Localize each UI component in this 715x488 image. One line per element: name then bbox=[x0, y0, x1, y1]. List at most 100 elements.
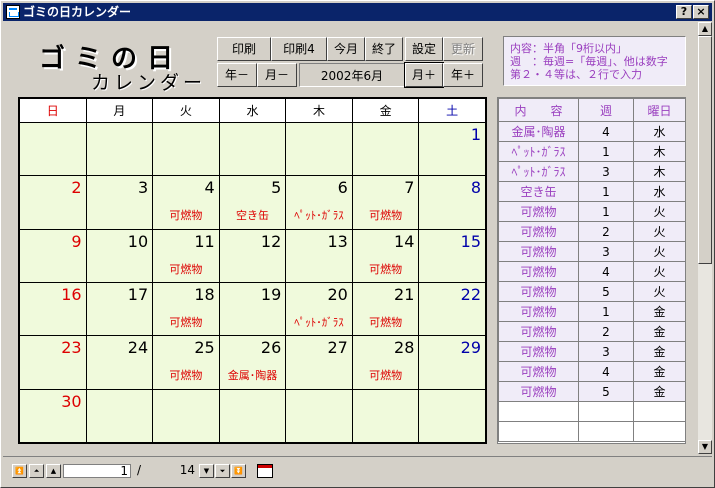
schedule-week-cell[interactable]: 3 bbox=[578, 161, 634, 182]
settings-button[interactable]: 設定 bbox=[405, 37, 443, 61]
schedule-row[interactable]: 可燃物 1 火 bbox=[498, 201, 686, 222]
calendar-day-cell[interactable] bbox=[218, 388, 287, 444]
calendar-icon[interactable] bbox=[257, 464, 273, 478]
schedule-row[interactable]: 空き缶 1 水 bbox=[498, 181, 686, 202]
calendar-day-cell[interactable]: 15 bbox=[418, 228, 486, 284]
schedule-weekday-cell[interactable] bbox=[633, 401, 686, 422]
schedule-row[interactable]: 可燃物 3 火 bbox=[498, 241, 686, 262]
schedule-content-cell[interactable]: 金属･陶器 bbox=[498, 121, 579, 142]
schedule-content-cell[interactable]: ﾍﾟｯﾄ･ｶﾞﾗｽ bbox=[498, 141, 579, 162]
calendar-day-cell[interactable]: 13 bbox=[285, 228, 353, 284]
calendar-day-cell[interactable]: 5 空き缶 bbox=[218, 175, 287, 230]
calendar-day-cell[interactable]: 30 bbox=[19, 388, 87, 444]
schedule-week-cell[interactable]: 1 bbox=[578, 201, 634, 222]
calendar-day-cell[interactable]: 29 bbox=[418, 335, 486, 390]
schedule-weekday-cell[interactable]: 金 bbox=[633, 301, 686, 322]
schedule-weekday-cell[interactable]: 木 bbox=[633, 141, 686, 162]
schedule-content-cell[interactable]: 可燃物 bbox=[498, 241, 579, 262]
calendar-day-cell[interactable]: 17 bbox=[85, 282, 154, 337]
calendar-day-cell[interactable]: 1 bbox=[418, 122, 486, 177]
schedule-content-cell[interactable]: 可燃物 bbox=[498, 321, 579, 342]
schedule-content-cell[interactable]: ﾍﾟｯﾄ･ｶﾞﾗｽ bbox=[498, 161, 579, 182]
calendar-day-cell[interactable]: 18 可燃物 bbox=[152, 282, 220, 337]
schedule-week-cell[interactable] bbox=[578, 421, 634, 442]
schedule-weekday-cell[interactable]: 火 bbox=[633, 241, 686, 262]
schedule-week-cell[interactable]: 1 bbox=[578, 301, 634, 322]
schedule-weekday-cell[interactable]: 木 bbox=[633, 161, 686, 182]
calendar-day-cell[interactable]: 14 可燃物 bbox=[351, 228, 420, 284]
schedule-week-cell[interactable]: 5 bbox=[578, 281, 634, 302]
schedule-week-cell[interactable]: 3 bbox=[578, 241, 634, 262]
calendar-day-cell[interactable] bbox=[418, 388, 486, 444]
schedule-weekday-cell[interactable]: 水 bbox=[633, 181, 686, 202]
schedule-content-cell[interactable] bbox=[498, 421, 579, 442]
schedule-weekday-cell[interactable]: 金 bbox=[633, 321, 686, 342]
year-prev-button[interactable]: 年－ bbox=[217, 63, 257, 87]
calendar-day-cell[interactable]: 9 bbox=[19, 228, 87, 284]
calendar-day-cell[interactable]: 27 bbox=[285, 335, 353, 390]
prev-page-icon[interactable]: ⏶ bbox=[29, 464, 44, 478]
exit-button[interactable]: 終了 bbox=[365, 37, 403, 61]
schedule-week-cell[interactable]: 3 bbox=[578, 341, 634, 362]
schedule-weekday-cell[interactable]: 火 bbox=[633, 201, 686, 222]
schedule-weekday-cell[interactable]: 火 bbox=[633, 221, 686, 242]
schedule-row[interactable]: ﾍﾟｯﾄ･ｶﾞﾗｽ 3 木 bbox=[498, 161, 686, 182]
next-page-icon[interactable]: ⏷ bbox=[215, 464, 230, 478]
schedule-row[interactable] bbox=[498, 421, 686, 442]
schedule-weekday-cell[interactable] bbox=[633, 421, 686, 442]
year-next-button[interactable]: 年＋ bbox=[443, 63, 483, 87]
calendar-day-cell[interactable]: 23 bbox=[19, 335, 87, 390]
calendar-day-cell[interactable]: 20 ﾍﾟｯﾄ･ｶﾞﾗｽ bbox=[285, 282, 353, 337]
schedule-row[interactable]: 可燃物 4 金 bbox=[498, 361, 686, 382]
this-month-button[interactable]: 今月 bbox=[327, 37, 365, 61]
schedule-week-cell[interactable]: 1 bbox=[578, 181, 634, 202]
calendar-day-cell[interactable] bbox=[19, 122, 87, 177]
schedule-content-cell[interactable]: 空き缶 bbox=[498, 181, 579, 202]
schedule-week-cell[interactable]: 4 bbox=[578, 361, 634, 382]
current-record-field[interactable]: 1 bbox=[63, 464, 131, 478]
schedule-row[interactable]: 可燃物 1 金 bbox=[498, 301, 686, 322]
calendar-day-cell[interactable] bbox=[351, 388, 420, 444]
schedule-content-cell[interactable]: 可燃物 bbox=[498, 261, 579, 282]
last-record-icon[interactable]: ⏬ bbox=[231, 464, 246, 478]
calendar-day-cell[interactable]: 16 bbox=[19, 282, 87, 337]
prev-record-icon[interactable]: ▲ bbox=[46, 464, 61, 478]
month-next-button[interactable]: 月＋ bbox=[404, 62, 444, 88]
calendar-day-cell[interactable]: 19 bbox=[218, 282, 287, 337]
calendar-day-cell[interactable]: 24 bbox=[85, 335, 154, 390]
calendar-day-cell[interactable]: 26 金属･陶器 bbox=[218, 335, 287, 390]
calendar-day-cell[interactable] bbox=[152, 388, 220, 444]
renew-button[interactable]: 更新 bbox=[443, 37, 483, 61]
calendar-day-cell[interactable]: 21 可燃物 bbox=[351, 282, 420, 337]
calendar-day-cell[interactable] bbox=[85, 122, 154, 177]
calendar-day-cell[interactable] bbox=[285, 122, 353, 177]
schedule-week-cell[interactable]: 2 bbox=[578, 321, 634, 342]
month-prev-button[interactable]: 月－ bbox=[257, 63, 297, 87]
calendar-day-cell[interactable]: 28 可燃物 bbox=[351, 335, 420, 390]
schedule-weekday-cell[interactable]: 金 bbox=[633, 381, 686, 402]
next-record-icon[interactable]: ▼ bbox=[199, 464, 214, 478]
scroll-thumb[interactable] bbox=[698, 36, 712, 264]
calendar-day-cell[interactable] bbox=[351, 122, 420, 177]
calendar-day-cell[interactable] bbox=[85, 388, 154, 444]
schedule-week-cell[interactable]: 4 bbox=[578, 261, 634, 282]
schedule-content-cell[interactable]: 可燃物 bbox=[498, 201, 579, 222]
calendar-day-cell[interactable]: 10 bbox=[85, 228, 154, 284]
first-record-icon[interactable]: ⏫ bbox=[12, 464, 27, 478]
vertical-scrollbar[interactable]: ▲ ▼ bbox=[698, 22, 712, 454]
calendar-day-cell[interactable] bbox=[285, 388, 353, 444]
schedule-content-cell[interactable]: 可燃物 bbox=[498, 301, 579, 322]
schedule-weekday-cell[interactable]: 金 bbox=[633, 341, 686, 362]
calendar-day-cell[interactable]: 2 bbox=[19, 175, 87, 230]
schedule-week-cell[interactable]: 5 bbox=[578, 381, 634, 402]
schedule-week-cell[interactable] bbox=[578, 401, 634, 422]
schedule-week-cell[interactable]: 2 bbox=[578, 221, 634, 242]
schedule-weekday-cell[interactable]: 金 bbox=[633, 361, 686, 382]
schedule-content-cell[interactable]: 可燃物 bbox=[498, 221, 579, 242]
schedule-content-cell[interactable]: 可燃物 bbox=[498, 381, 579, 402]
calendar-day-cell[interactable]: 11 可燃物 bbox=[152, 228, 220, 284]
calendar-day-cell[interactable]: 12 bbox=[218, 228, 287, 284]
print-button[interactable]: 印刷 bbox=[217, 37, 271, 61]
print4-button[interactable]: 印刷4 bbox=[271, 37, 327, 61]
calendar-day-cell[interactable]: 3 bbox=[85, 175, 154, 230]
